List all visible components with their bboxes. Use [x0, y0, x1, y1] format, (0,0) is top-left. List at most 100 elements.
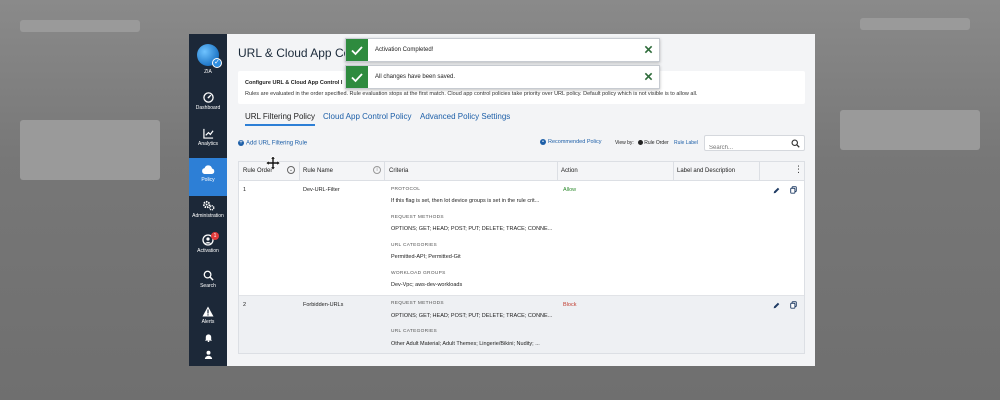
recommended-policy-link[interactable]: • Recommended Policy — [540, 139, 602, 145]
sidebar-item-label: Administration — [192, 213, 224, 219]
criteria-label: REQUEST METHODS — [391, 215, 444, 220]
table-row[interactable]: 2 Forbidden-URLs REQUEST METHODS OPTIONS… — [239, 296, 804, 353]
rule-order-radio[interactable] — [638, 140, 644, 146]
criteria-value: Dev-Vpc; aws-dev-workloads — [391, 282, 463, 288]
column-divider — [759, 162, 760, 181]
rule-name-cell: Dev-URL-Filter — [303, 187, 340, 193]
rule-order-label[interactable]: Rule Order — [644, 140, 668, 146]
sidebar-item-administration[interactable]: Administration — [189, 194, 227, 232]
header-action: Action — [561, 168, 578, 174]
column-divider — [673, 162, 674, 181]
column-divider — [299, 162, 300, 181]
criteria-label: URL CATEGORIES — [391, 329, 438, 334]
sidebar-item-label: Dashboard — [195, 105, 221, 111]
criteria-value: Other Adult Material; Adult Themes; Ling… — [391, 341, 540, 347]
add-rule-label: Add URL Filtering Rule — [246, 140, 308, 147]
user-icon — [204, 350, 212, 359]
close-icon[interactable] — [644, 72, 653, 81]
toolbar: + Add URL Filtering Rule • Recommended Pol… — [238, 135, 805, 155]
table-header: Rule Order ⌄ Rule Name i Criteria Action… — [239, 162, 804, 181]
column-divider — [384, 162, 385, 181]
criteria-label: URL CATEGORIES — [391, 243, 438, 248]
toast-success-indicator — [346, 39, 368, 61]
toast-notification: All changes have been saved. — [345, 65, 660, 89]
view-by-label: View by: — [615, 140, 634, 146]
action-cell: Allow — [563, 187, 577, 193]
check-icon: ✓ — [212, 58, 222, 68]
add-url-filtering-rule-button[interactable]: + Add URL Filtering Rule — [238, 140, 307, 147]
background-shape — [840, 110, 980, 150]
table-row[interactable]: 1 Dev-URL-Filter PROTOCOL If this flag i… — [239, 181, 804, 296]
sidebar-item-dashboard[interactable]: Dashboard — [189, 86, 227, 124]
tab-cloud-app-control-policy[interactable]: Cloud App Control Policy — [323, 112, 412, 121]
copy-icon[interactable] — [790, 186, 797, 194]
criteria-value: OPTIONS; GET; HEAD; POST; PUT; DELETE; T… — [391, 226, 553, 232]
zia-logo[interactable]: ✓ ZIA — [189, 44, 227, 75]
sidebar-item-analytics[interactable]: Analytics — [189, 122, 227, 160]
search-box — [704, 135, 805, 155]
header-rule-name[interactable]: Rule Name — [303, 168, 333, 174]
recommended-label: Recommended Policy — [548, 139, 602, 145]
move-cursor-icon — [266, 156, 280, 170]
edit-icon[interactable] — [773, 302, 780, 309]
search-icon — [203, 270, 214, 281]
search-input[interactable] — [709, 141, 789, 155]
criteria-value: Permitted-API; Permitted-Git — [391, 254, 461, 260]
sidebar-item-activation[interactable]: 1 Activation — [189, 228, 227, 266]
plus-icon: + — [238, 140, 244, 146]
copy-icon[interactable] — [790, 301, 797, 309]
logo-label: ZIA — [204, 69, 212, 75]
activation-badge: 1 — [211, 232, 219, 240]
kebab-menu-icon[interactable]: ⋮ — [794, 165, 803, 174]
background-shape — [20, 120, 160, 180]
toast-message: All changes have been saved. — [375, 74, 456, 80]
bell-icon — [204, 334, 212, 342]
tab-advanced-policy-settings[interactable]: Advanced Policy Settings — [420, 112, 510, 121]
rule-order-cell: 1 — [243, 187, 247, 193]
sort-chevron-icon[interactable]: ⌄ — [287, 166, 295, 174]
view-by-control: View by: Rule Order Rule Label — [615, 140, 698, 146]
search-icon[interactable] — [791, 139, 800, 148]
sidebar-item-search[interactable]: Search — [189, 264, 227, 302]
criteria-label: PROTOCOL — [391, 187, 421, 192]
cloud-icon — [202, 165, 215, 174]
criteria-value: If this flag is set, then lot device gro… — [391, 198, 540, 204]
toast-message: Activation Completed! — [375, 47, 434, 53]
rule-label-option[interactable]: Rule Label — [674, 140, 698, 146]
tab-url-filtering-policy[interactable]: URL Filtering Policy — [245, 112, 315, 126]
info-text: Rules are evaluated in the order specifi… — [245, 91, 698, 97]
sidebar-item-label: Activation — [197, 248, 219, 254]
background-shape — [860, 18, 970, 30]
rule-name-cell: Forbidden-URLs — [303, 302, 344, 308]
action-cell: Block — [563, 302, 577, 308]
alert-icon — [202, 306, 214, 317]
header-label-and-description: Label and Description — [677, 168, 736, 174]
analytics-icon — [202, 128, 214, 139]
toast-success-indicator — [346, 66, 368, 88]
toast-notification: Activation Completed! — [345, 38, 660, 62]
info-icon[interactable]: i — [373, 166, 381, 174]
rules-table: Rule Order ⌄ Rule Name i Criteria Action… — [238, 161, 805, 354]
sidebar: ✓ ZIA Dashboard Analytics Policy Adminis… — [189, 34, 227, 366]
edit-icon[interactable] — [773, 187, 780, 194]
dashboard-icon — [202, 92, 214, 103]
sidebar-item-label: Alerts — [201, 319, 215, 325]
sidebar-item-policy[interactable]: Policy — [189, 158, 227, 196]
close-icon[interactable] — [644, 45, 653, 54]
sidebar-item-notifications[interactable] — [189, 330, 227, 346]
criteria-value: OPTIONS; GET; HEAD; POST; PUT; DELETE; T… — [391, 313, 553, 319]
criteria-label: WORKLOAD GROUPS — [391, 271, 446, 276]
background-shape — [20, 20, 140, 32]
sidebar-item-user[interactable] — [189, 347, 227, 363]
check-icon — [351, 46, 363, 56]
sidebar-item-label: Search — [200, 283, 216, 289]
rule-order-cell: 2 — [243, 302, 247, 308]
sidebar-item-label: Analytics — [197, 141, 218, 147]
check-icon — [351, 73, 363, 83]
criteria-label: REQUEST METHODS — [391, 301, 444, 306]
header-criteria: Criteria — [389, 168, 409, 174]
info-title: Configure URL & Cloud App Control I — [245, 80, 343, 86]
lightbulb-icon: • — [540, 139, 546, 145]
sidebar-item-label: Policy — [201, 177, 215, 183]
gears-icon — [202, 200, 214, 211]
